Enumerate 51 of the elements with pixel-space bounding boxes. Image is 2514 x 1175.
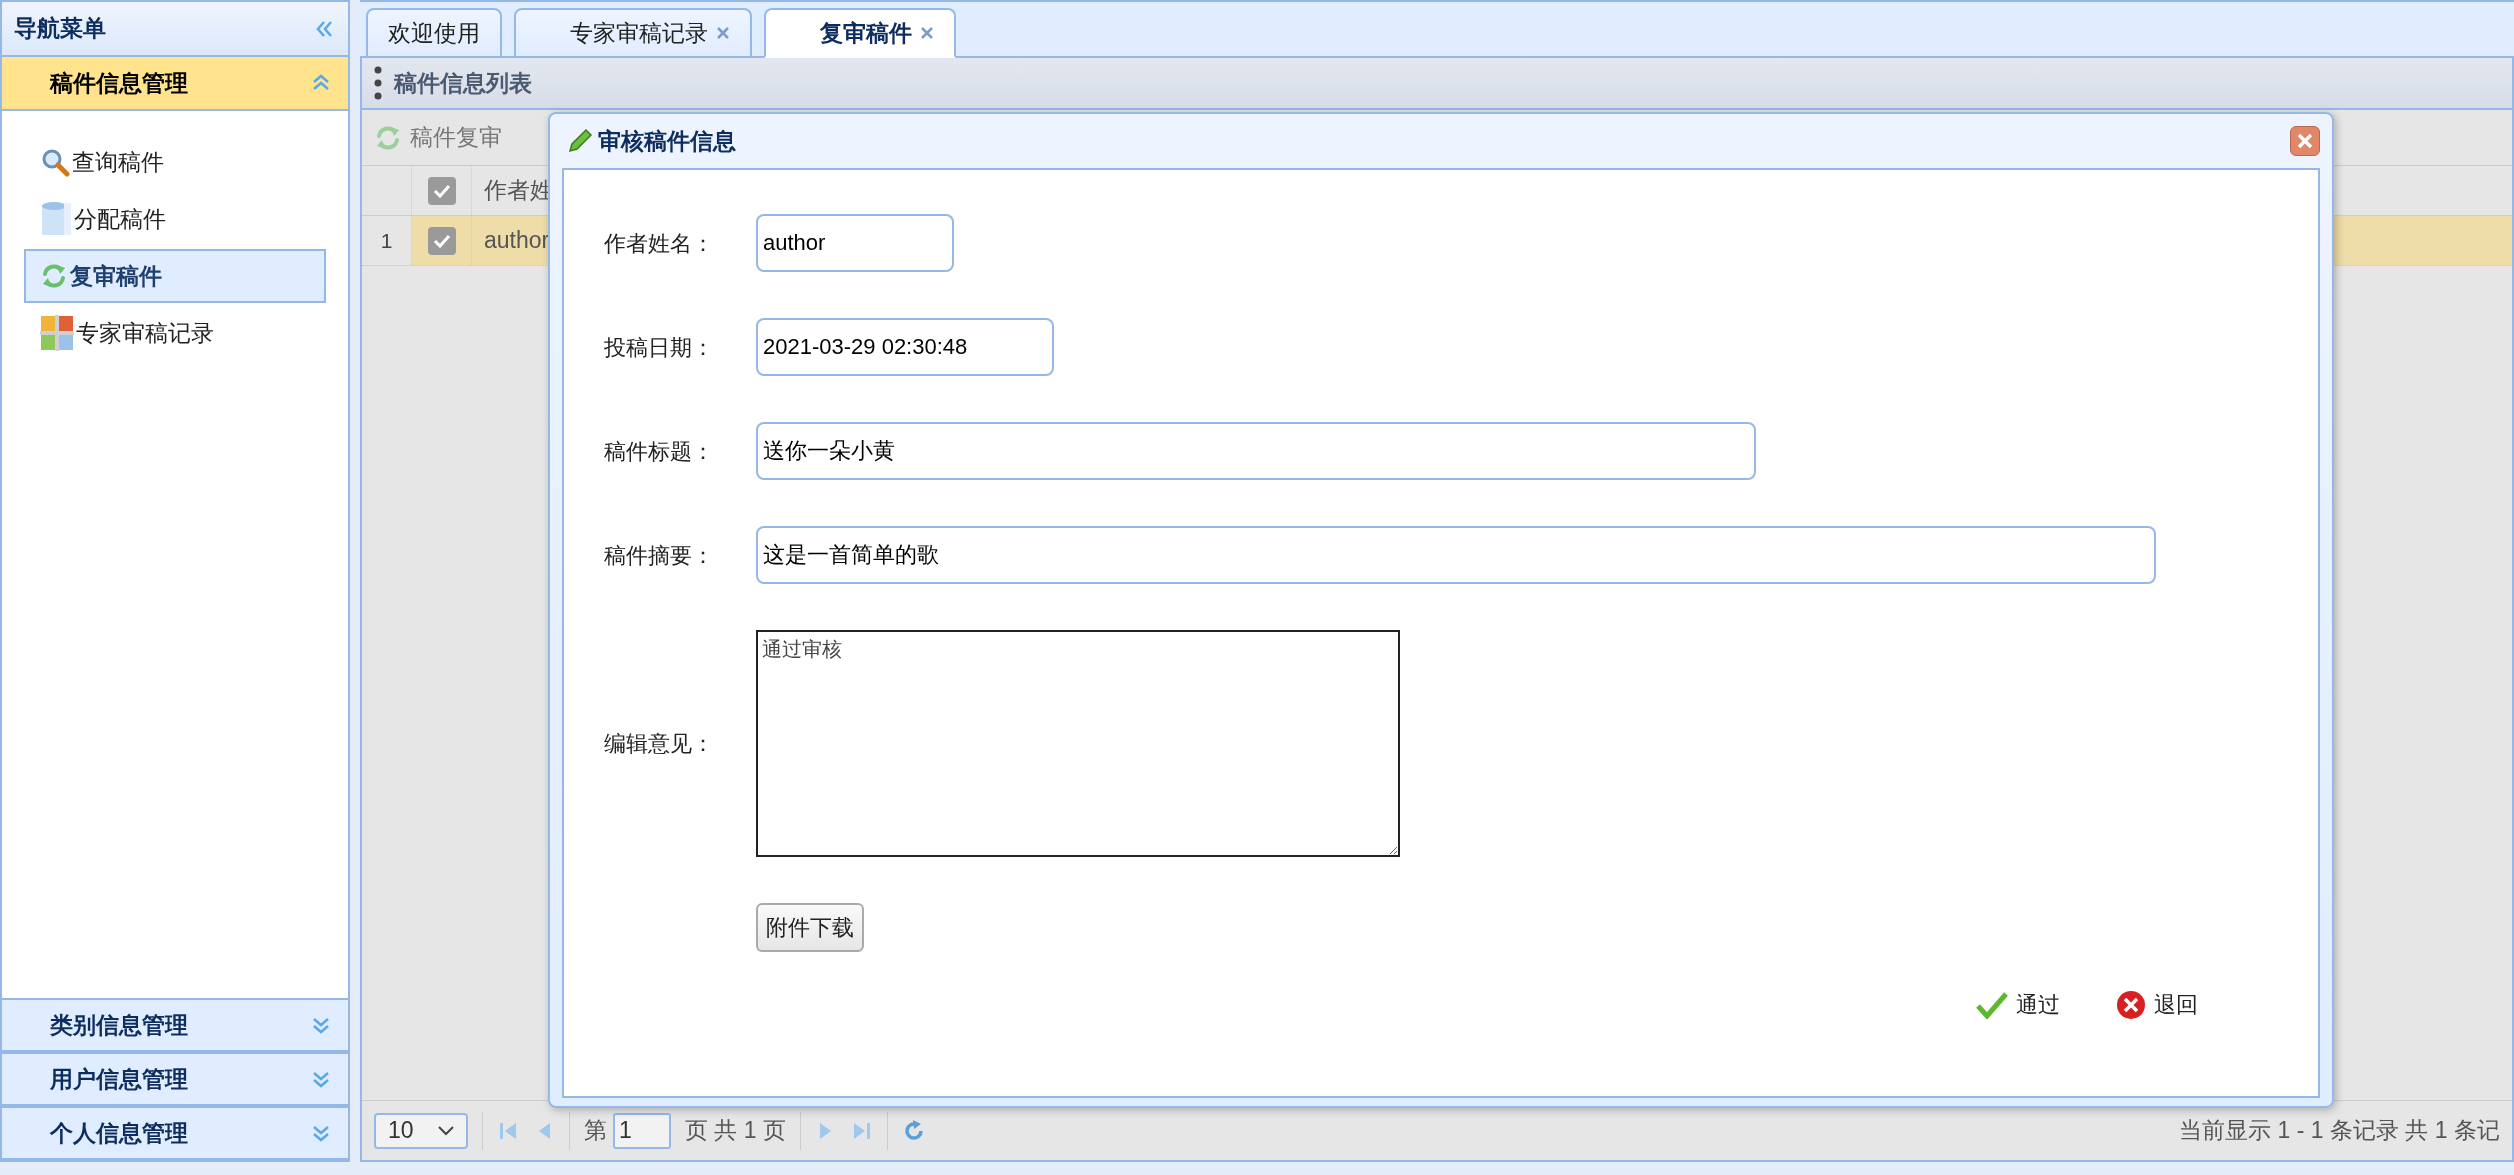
menu-item[interactable]: 分配稿件 — [24, 192, 326, 246]
select-all-checkbox[interactable] — [427, 176, 456, 205]
refresh-icon — [374, 123, 402, 152]
text-field[interactable]: 2021-03-29 02:30:48 — [756, 318, 1054, 376]
close-icon — [2296, 132, 2314, 150]
dialog-title: 审核稿件信息 — [598, 126, 736, 156]
close-icon[interactable] — [716, 26, 730, 40]
field-label: 投稿日期： — [604, 333, 715, 362]
field-label: 稿件标题： — [604, 437, 715, 466]
pencil-icon — [566, 127, 594, 155]
menu-item[interactable]: 专家审稿记录 — [24, 306, 326, 360]
close-icon[interactable] — [920, 26, 934, 40]
tab[interactable]: 复审稿件 — [764, 8, 956, 58]
comment-textarea[interactable]: 通过审核 — [756, 630, 1400, 857]
row-number: 1 — [362, 216, 412, 265]
close-button[interactable] — [2290, 126, 2320, 156]
download-button[interactable]: 附件下载 — [756, 903, 864, 952]
accordion-header[interactable]: 类别信息管理 — [2, 998, 348, 1052]
page-total: 页 共 1 页 — [685, 1116, 786, 1146]
menu-item[interactable]: 查询稿件 — [24, 135, 326, 189]
tiles-icon — [40, 315, 74, 351]
menu-item[interactable]: 复审稿件 — [24, 249, 326, 303]
panel-title: 稿件信息列表 — [394, 68, 532, 98]
page-size-select[interactable]: 10 — [374, 1112, 468, 1149]
caret-icon — [438, 1125, 454, 1136]
field-label: 作者姓名： — [604, 229, 715, 258]
accordion-header[interactable]: 个人信息管理 — [2, 1106, 348, 1160]
table-cell-text: author — [483, 226, 550, 256]
cancel-icon — [2116, 989, 2146, 1020]
accordion-header[interactable]: 用户信息管理 — [2, 1052, 348, 1106]
text-field[interactable]: 送你一朵小黄 — [756, 422, 1756, 480]
sidebar-title: 导航菜单 — [14, 14, 106, 44]
approve-button[interactable]: 通过 — [1976, 988, 2060, 1021]
toolbar-button[interactable]: 稿件复审 — [374, 120, 502, 155]
text-field[interactable]: 这是一首简单的歌 — [756, 526, 2156, 584]
field-label: 编辑意见： — [604, 730, 715, 758]
tab[interactable]: 欢迎使用 — [366, 8, 502, 58]
magnifier-icon — [40, 147, 70, 177]
more-icon — [374, 66, 382, 100]
record-summary: 当前显示 1 - 1 条记录 共 1 条记 — [2179, 1116, 2500, 1146]
accordion-header[interactable]: 稿件信息管理 — [2, 57, 348, 111]
tab[interactable]: 专家审稿记录 — [514, 8, 752, 58]
cylinder-icon — [40, 201, 72, 237]
field-label: 稿件摘要： — [604, 541, 715, 570]
refresh-icon — [40, 262, 68, 290]
page-prefix: 第 — [584, 1116, 607, 1146]
checkmark-icon — [1976, 990, 2008, 1019]
row-checkbox[interactable] — [427, 226, 456, 255]
page-number-field[interactable]: 1 — [613, 1112, 671, 1149]
reject-button[interactable]: 退回 — [2116, 988, 2198, 1021]
text-field[interactable]: author — [756, 214, 954, 272]
